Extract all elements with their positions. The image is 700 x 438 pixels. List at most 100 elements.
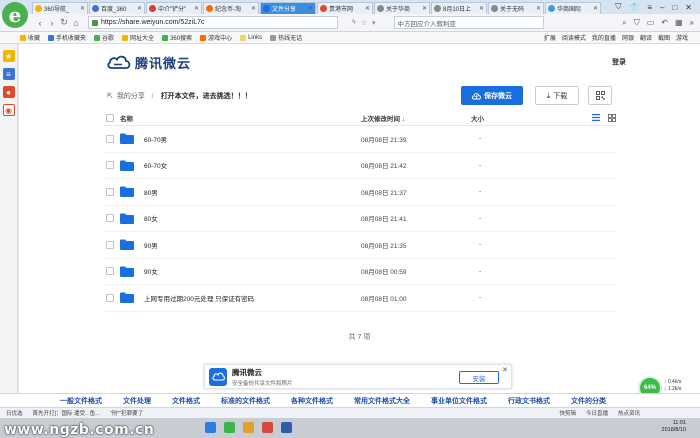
toolbar-extension[interactable]: 阅读模式	[562, 33, 586, 42]
home-icon[interactable]: ⌂	[70, 18, 82, 28]
list-view-icon[interactable]	[592, 114, 600, 121]
column-name[interactable]: 名称	[120, 113, 133, 123]
breadcrumb-home[interactable]: 我的分享	[117, 93, 145, 100]
news-icon[interactable]: ≡	[2, 68, 15, 80]
maximize-icon[interactable]: □	[672, 3, 677, 12]
row-checkbox[interactable]	[106, 240, 114, 249]
browser-logo-icon[interactable]: e	[2, 2, 28, 28]
browser-tab[interactable]: 8月10日上 ✕	[431, 2, 487, 14]
file-name[interactable]: 上网专用过期200元处理 只保证有密码	[144, 293, 254, 303]
star-icon[interactable]: ☆	[361, 19, 367, 27]
install-button[interactable]: 安装	[459, 371, 499, 384]
record-icon[interactable]: ◉	[2, 104, 15, 116]
row-checkbox[interactable]	[106, 267, 114, 276]
file-name[interactable]: 60-70男	[144, 134, 167, 144]
related-tag-link[interactable]: 事业单位文件格式	[431, 396, 487, 406]
toolbar-extension[interactable]: 游戏	[676, 33, 688, 42]
table-row[interactable]: 80女 08月08日 21:41 -	[104, 206, 616, 232]
url-field[interactable]: https://share.weiyun.com/52ziL7c	[88, 16, 338, 29]
row-checkbox[interactable]	[106, 161, 114, 170]
file-name[interactable]: 80女	[144, 213, 158, 223]
browser-tab[interactable]: 中介"铲分" ✕	[146, 2, 202, 14]
close-icon[interactable]: ✕	[685, 3, 692, 12]
status-tool-item[interactable]: 快剪辑	[559, 409, 576, 417]
browser-tab[interactable]: 文件分享 ✕	[260, 2, 316, 14]
close-tab-icon[interactable]: ✕	[194, 5, 199, 12]
bookmark-item[interactable]: 游戏中心	[200, 33, 232, 42]
file-name[interactable]: 90女	[144, 266, 158, 276]
toolbar-extension[interactable]: 网银	[622, 33, 634, 42]
status-news-item[interactable]: "刑""犯罪要了	[110, 409, 143, 417]
related-tag-link[interactable]: 一般文件格式	[60, 396, 102, 406]
bookmark-item[interactable]: 谷歌	[94, 33, 114, 42]
folder-icon[interactable]: ▭	[647, 18, 655, 28]
minimize-icon[interactable]: –	[660, 3, 664, 12]
status-tool-item[interactable]: 热点资讯	[618, 409, 640, 417]
close-tab-icon[interactable]: ✕	[422, 5, 427, 12]
related-tag-link[interactable]: 文件处理	[123, 396, 151, 406]
close-tab-icon[interactable]: ✕	[365, 5, 370, 12]
dropdown-icon[interactable]: ▾	[372, 19, 376, 27]
toolbar-extension[interactable]: 我的直播	[592, 33, 616, 42]
related-tag-link[interactable]: 行政文书格式	[508, 396, 550, 406]
file-name[interactable]: 80男	[144, 187, 158, 197]
close-tab-icon[interactable]: ✕	[137, 5, 142, 12]
browser-tab[interactable]: 纪念币-淘 ✕	[203, 2, 259, 14]
related-tag-link[interactable]: 标准的文件格式	[221, 396, 270, 406]
file-name[interactable]: 60-70女	[144, 160, 167, 170]
browser-tab[interactable]: 贵港市网 ✕	[317, 2, 373, 14]
app-icon[interactable]	[205, 422, 216, 433]
bookmark-item[interactable]: 热线无话	[270, 33, 302, 42]
bookmark-item[interactable]: 网址大全	[122, 33, 154, 42]
select-all-checkbox[interactable]	[106, 113, 114, 122]
row-checkbox[interactable]	[106, 187, 114, 196]
status-news-item[interactable]: 首先开打]：国际 遭受...鱼...	[33, 409, 100, 417]
browser-tab[interactable]: 360导航_ ✕	[32, 2, 88, 14]
file-name[interactable]: 90男	[144, 240, 158, 250]
qrcode-button[interactable]	[588, 86, 612, 105]
brand-name[interactable]: 腾讯微云	[135, 53, 191, 72]
browser-tab[interactable]: 百度_360 ✕	[89, 2, 145, 14]
related-tag-link[interactable]: 文件的分类	[571, 396, 606, 406]
close-tab-icon[interactable]: ✕	[80, 5, 85, 12]
bookmark-item[interactable]: 360搜索	[162, 33, 192, 42]
grid-icon[interactable]: ▦	[675, 18, 683, 28]
related-tag-link[interactable]: 各种文件格式	[291, 396, 333, 406]
close-icon[interactable]: ✕	[502, 366, 508, 374]
close-tab-icon[interactable]: ✕	[251, 5, 256, 12]
table-row[interactable]: 上网专用过期200元处理 只保证有密码 08月08日 01:00 -	[104, 285, 616, 312]
folder-icon[interactable]	[243, 422, 254, 433]
weibo-icon[interactable]: ●	[2, 86, 15, 98]
row-checkbox[interactable]	[106, 134, 114, 143]
bookmark-item[interactable]: Links	[240, 33, 262, 42]
weiyun-logo-icon[interactable]	[107, 55, 131, 69]
save-to-weiyun-button[interactable]: 保存微云	[461, 86, 523, 105]
related-tag-link[interactable]: 常用文件格式大全	[354, 396, 410, 406]
search-icon[interactable]: ⌕	[622, 18, 626, 28]
table-row[interactable]: 90男 08月08日 21:35 -	[104, 232, 616, 259]
toolbar-extension[interactable]: 截图	[658, 33, 670, 42]
column-size[interactable]: 大小	[471, 113, 484, 123]
app-icon[interactable]	[224, 422, 235, 433]
table-row[interactable]: 90女 08月08日 00:59 -	[104, 259, 616, 285]
close-tab-icon[interactable]: ✕	[536, 5, 541, 12]
bookmark-item[interactable]: 手机收藏夹	[48, 33, 86, 42]
status-tool-item[interactable]: 今日直播	[586, 409, 608, 417]
close-tab-icon[interactable]: ✕	[308, 5, 313, 12]
app-icon[interactable]	[262, 422, 273, 433]
undo-icon[interactable]: ↶	[661, 18, 668, 28]
column-time[interactable]: 上次修改时间 ↓	[361, 113, 405, 123]
app-icon[interactable]	[281, 422, 292, 433]
favorites-icon[interactable]: ★	[2, 50, 15, 62]
status-news-item[interactable]: 日优选	[6, 409, 23, 417]
browser-tab[interactable]: 关于无码 ✕	[488, 2, 544, 14]
toolbar-extension[interactable]: 扩展	[544, 33, 556, 42]
shield-icon[interactable]: ⛉	[634, 18, 640, 28]
more-icon[interactable]: »	[690, 18, 694, 28]
close-tab-icon[interactable]: ✕	[479, 5, 484, 12]
related-tag-link[interactable]: 文件格式	[172, 396, 200, 406]
row-checkbox[interactable]	[106, 293, 114, 302]
system-clock[interactable]: 11:01 2018/8/10	[662, 420, 686, 434]
bookmark-item[interactable]: 收藏	[20, 33, 40, 42]
menu-icon[interactable]: ≡	[647, 3, 652, 12]
